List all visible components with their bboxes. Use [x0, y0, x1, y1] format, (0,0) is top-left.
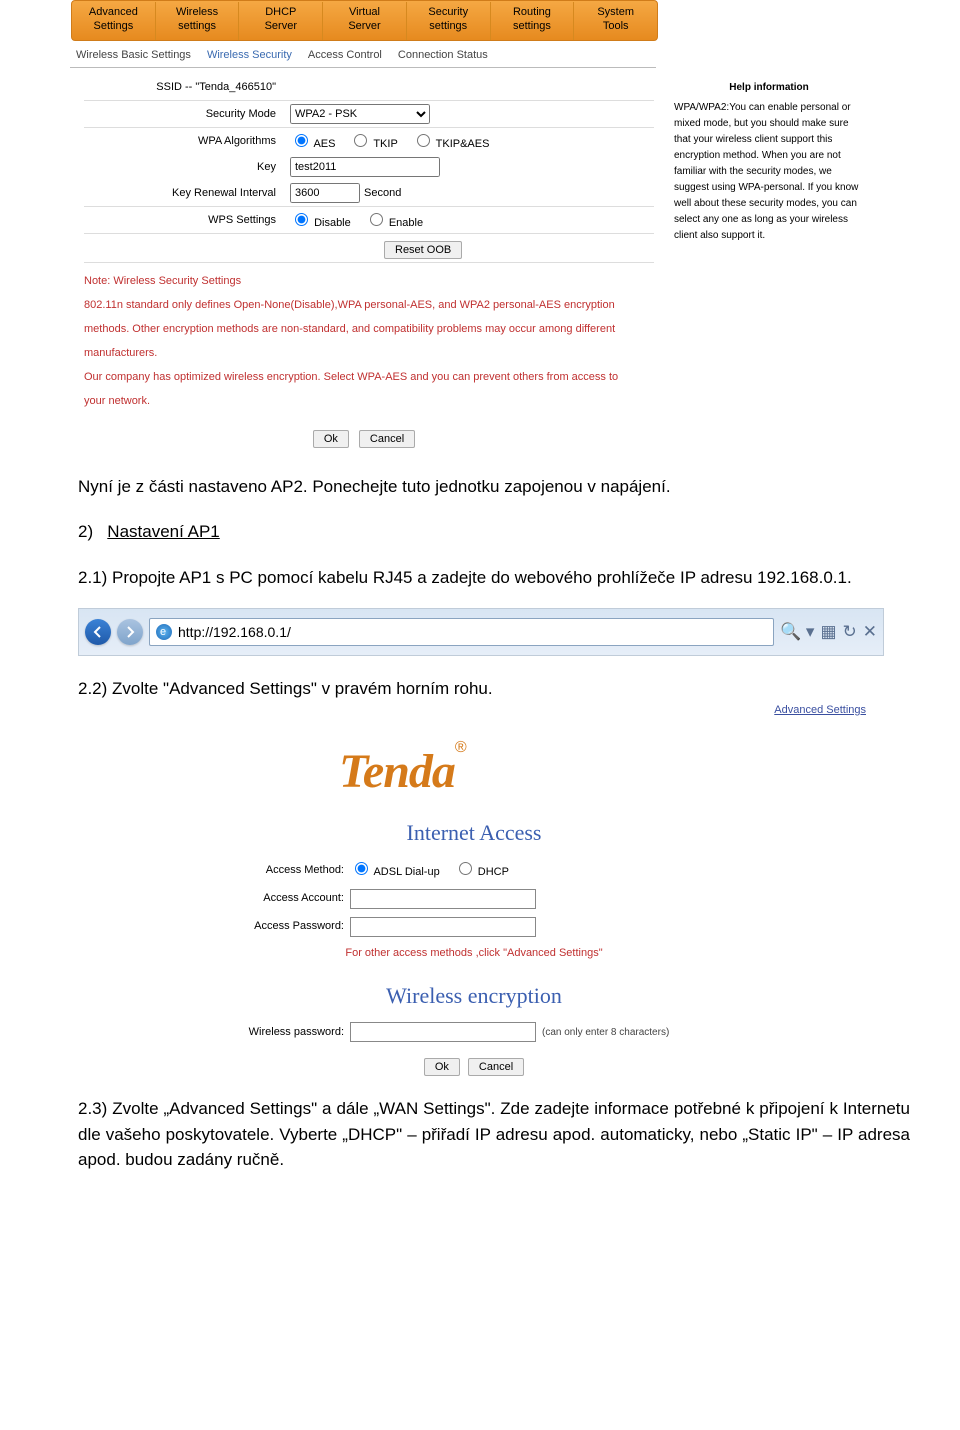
wps-enable-option[interactable]: Enable: [365, 210, 423, 229]
url-text: http://192.168.0.1/: [178, 622, 291, 643]
reset-oob-button[interactable]: Reset OOB: [384, 241, 462, 259]
tenda-logo: Tenda®: [339, 736, 609, 798]
access-account-input[interactable]: [350, 889, 536, 909]
help-panel: Help information WPA/WPA2:You can enable…: [668, 68, 870, 452]
doc-p1: Nyní je z části nastaveno AP2. Ponechejt…: [78, 474, 910, 500]
nav-routing[interactable]: Routingsettings: [491, 2, 575, 40]
security-note: Note: Wireless Security Settings 802.11n…: [84, 269, 639, 414]
ie-icon: [156, 624, 172, 640]
alg-tkip-option[interactable]: TKIP: [349, 131, 397, 150]
back-icon[interactable]: [85, 619, 111, 645]
renew-label: Key Renewal Interval: [84, 187, 290, 199]
help-title: Help information: [674, 80, 864, 96]
wireless-password-label: Wireless password:: [224, 1024, 344, 1041]
wireless-password-hint: (can only enter 8 characters): [542, 1025, 669, 1040]
alg-aes-option[interactable]: AES: [290, 131, 335, 150]
doc-step-2-1: 2.1) Propojte AP1 s PC pomocí kabelu RJ4…: [78, 565, 910, 591]
access-password-label: Access Password:: [224, 918, 344, 935]
wpa-alg-label: WPA Algorithms: [84, 135, 290, 147]
stop-icon[interactable]: ✕: [863, 619, 877, 645]
key-label: Key: [84, 161, 290, 173]
access-password-input[interactable]: [350, 917, 536, 937]
simple-cancel-button[interactable]: Cancel: [468, 1058, 524, 1076]
url-field[interactable]: http://192.168.0.1/: [149, 618, 774, 646]
internet-access-heading: Internet Access: [78, 816, 870, 849]
wireless-password-input[interactable]: [350, 1022, 536, 1042]
browser-address-bar: http://192.168.0.1/ 🔍 ▾ ▦ ↻ ✕: [78, 608, 884, 656]
subnav-security[interactable]: Wireless Security: [207, 49, 292, 61]
subnav-status[interactable]: Connection Status: [398, 49, 488, 61]
forward-icon[interactable]: [117, 619, 143, 645]
nav-system[interactable]: SystemTools: [574, 2, 657, 40]
nav-wireless[interactable]: Wirelesssettings: [156, 2, 240, 40]
refresh-icon[interactable]: ↻: [843, 619, 857, 645]
doc-step-2-2: 2.2) Zvolte "Advanced Settings" v pravém…: [78, 676, 910, 702]
ssid-label: SSID -- "Tenda_466510": [84, 81, 290, 93]
nav-security[interactable]: Securitysettings: [407, 2, 491, 40]
wps-label: WPS Settings: [84, 214, 290, 226]
access-account-label: Access Account:: [224, 890, 344, 907]
cancel-button[interactable]: Cancel: [359, 430, 415, 448]
doc-heading-2: 2) Nastavení AP1: [78, 519, 910, 545]
security-mode-label: Security Mode: [84, 108, 290, 120]
advanced-settings-link[interactable]: Advanced Settings: [78, 702, 866, 719]
help-body: WPA/WPA2:You can enable personal or mixe…: [674, 100, 864, 244]
security-mode-select[interactable]: WPA2 - PSK: [290, 104, 430, 124]
nav-virtual[interactable]: VirtualServer: [323, 2, 407, 40]
nav-advanced[interactable]: AdvancedSettings: [72, 2, 156, 40]
adsl-option[interactable]: ADSL Dial-up: [350, 859, 440, 881]
key-input[interactable]: [290, 157, 440, 177]
renew-unit: Second: [364, 187, 401, 199]
dhcp-option[interactable]: DHCP: [454, 859, 509, 881]
ok-button[interactable]: Ok: [313, 430, 349, 448]
alg-both-option[interactable]: TKIP&AES: [412, 131, 490, 150]
subnav-basic[interactable]: Wireless Basic Settings: [76, 49, 191, 61]
simple-ok-button[interactable]: Ok: [424, 1058, 460, 1076]
search-icon[interactable]: 🔍 ▾: [780, 619, 814, 645]
access-method-label: Access Method:: [224, 862, 344, 879]
compat-icon[interactable]: ▦: [820, 619, 836, 645]
tenda-simple-panel: Advanced Settings Tenda® Internet Access…: [78, 702, 870, 1077]
subnav-access[interactable]: Access Control: [308, 49, 382, 61]
router-config-screenshot: AdvancedSettings Wirelesssettings DHCPSe…: [70, 0, 960, 452]
wireless-encryption-heading: Wireless encryption: [78, 979, 870, 1012]
main-nav: AdvancedSettings Wirelesssettings DHCPSe…: [71, 0, 658, 41]
renew-input[interactable]: [290, 183, 360, 203]
wps-disable-option[interactable]: Disable: [290, 210, 351, 229]
access-hint: For other access methods ,click "Advance…: [224, 945, 724, 962]
nav-dhcp[interactable]: DHCPServer: [239, 2, 323, 40]
sub-nav: Wireless Basic Settings Wireless Securit…: [70, 41, 656, 68]
doc-step-2-3: 2.3) Zvolte „Advanced Settings" a dále „…: [78, 1096, 910, 1173]
